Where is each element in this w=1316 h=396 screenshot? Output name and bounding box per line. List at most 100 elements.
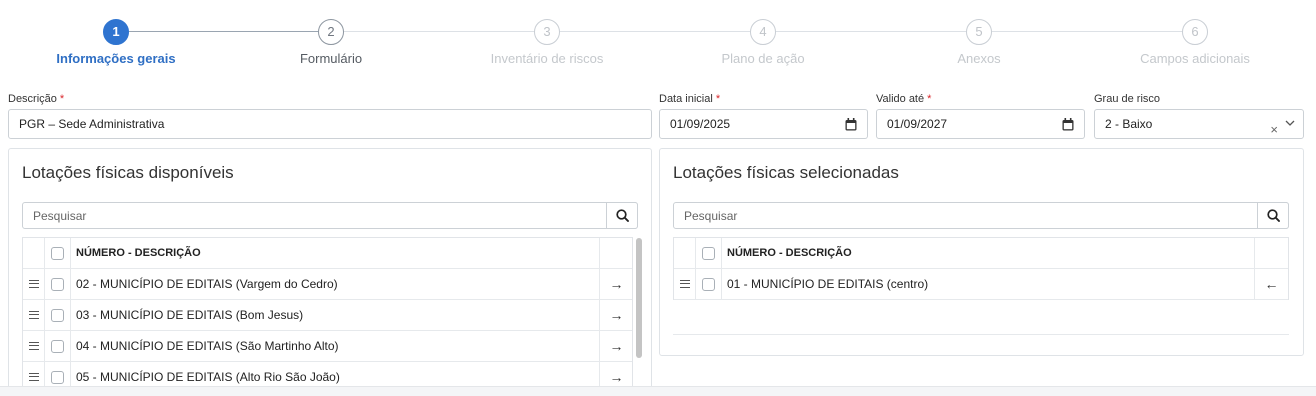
table-header-row: NÚMERO - DESCRIÇÃO [674, 238, 1288, 269]
grau-risco-label: Grau de risco [1094, 93, 1160, 105]
valido-ate-field[interactable]: 01/09/2027 [876, 109, 1053, 139]
step-number: 4 [750, 19, 776, 45]
drag-cell[interactable] [23, 300, 45, 330]
search-input[interactable] [23, 203, 607, 228]
select-all-cell [45, 238, 71, 268]
valido-ate-label-text: Valido até [876, 93, 925, 105]
row-description: 01 - MUNICÍPIO DE EDITAIS (centro) [727, 277, 929, 291]
row-checkbox[interactable] [702, 277, 715, 291]
search-button[interactable] [1257, 202, 1289, 229]
select-all-checkbox[interactable] [702, 246, 715, 260]
search-icon [1266, 209, 1280, 222]
search-input[interactable] [674, 203, 1258, 228]
drag-column-header [674, 238, 696, 268]
step-label: Informações gerais [56, 51, 176, 66]
descricao-field[interactable]: PGR – Sede Administrativa [8, 109, 652, 139]
data-inicial-value: 01/09/2025 [670, 117, 731, 131]
panel-title: Lotações físicas selecionadas [673, 163, 899, 182]
valido-ate-calendar-button[interactable] [1052, 109, 1085, 139]
drag-column-header [23, 238, 45, 268]
drag-cell[interactable] [674, 269, 696, 299]
valido-ate-value: 01/09/2027 [887, 117, 948, 131]
drag-cell[interactable] [23, 269, 45, 299]
selected-search [673, 202, 1289, 229]
grau-risco-value: 2 - Baixo [1105, 117, 1153, 131]
selected-locations-panel: Lotações físicas selecionadas NÚMERO - D… [659, 148, 1304, 356]
search-icon [615, 209, 629, 222]
column-header: NÚMERO - DESCRIÇÃO [76, 247, 201, 259]
search-button[interactable] [606, 202, 638, 229]
add-location-button[interactable]: → [599, 269, 633, 299]
required-marker: * [59, 93, 65, 105]
arrow-right-icon: → [609, 276, 624, 292]
calendar-icon [1062, 117, 1074, 130]
step-plano-acao[interactable]: 4 Plano de ação [663, 19, 863, 66]
arrow-left-icon: ← [1264, 276, 1279, 292]
step-informacoes-gerais[interactable]: 1 Informações gerais [16, 19, 216, 66]
select-all-cell [696, 238, 722, 268]
step-anexos[interactable]: 5 Anexos [879, 19, 1079, 66]
scrollbar-thumb[interactable] [636, 238, 642, 358]
page-footer-strip [0, 386, 1316, 396]
add-location-button[interactable]: → [599, 300, 633, 330]
arrow-right-icon: → [609, 338, 624, 354]
descricao-label-text: Descrição [8, 93, 57, 105]
checkbox-cell [45, 269, 71, 299]
wizard-stepper: 1 Informações gerais 2 Formulário 3 Inve… [0, 0, 1316, 80]
panel-divider [673, 334, 1289, 335]
step-number: 2 [318, 19, 344, 45]
table-row[interactable]: 03 - MUNICÍPIO DE EDITAIS (Bom Jesus) → [23, 300, 632, 331]
row-checkbox[interactable] [51, 308, 64, 322]
selected-table: NÚMERO - DESCRIÇÃO 01 - MUNICÍPIO DE EDI… [673, 237, 1289, 300]
row-checkbox[interactable] [51, 277, 64, 291]
available-table: NÚMERO - DESCRIÇÃO 02 - MUNICÍPIO DE EDI… [22, 237, 633, 396]
select-all-checkbox[interactable] [51, 246, 64, 260]
step-label: Anexos [957, 51, 1001, 66]
row-description: 03 - MUNICÍPIO DE EDITAIS (Bom Jesus) [76, 308, 304, 322]
data-inicial-label: Data inicial * [659, 93, 720, 105]
step-number: 6 [1182, 19, 1208, 45]
drag-handle-icon[interactable] [28, 342, 39, 350]
step-inventario-riscos[interactable]: 3 Inventário de riscos [447, 19, 647, 66]
drag-handle-icon[interactable] [28, 280, 39, 288]
table-scrollbar[interactable] [636, 238, 642, 358]
row-checkbox[interactable] [51, 370, 64, 384]
required-marker: * [927, 93, 932, 105]
panel-title: Lotações físicas disponíveis [22, 163, 234, 182]
checkbox-cell [45, 300, 71, 330]
row-description: 04 - MUNICÍPIO DE EDITAIS (São Martinho … [76, 339, 339, 353]
add-location-button[interactable]: → [599, 331, 633, 361]
data-inicial-field[interactable]: 01/09/2025 [659, 109, 836, 139]
step-number: 1 [103, 19, 129, 45]
action-column-header [599, 238, 633, 268]
descricao-label: Descrição * [8, 93, 64, 105]
table-row[interactable]: 02 - MUNICÍPIO DE EDITAIS (Vargem do Ced… [23, 269, 632, 300]
drag-cell[interactable] [23, 331, 45, 361]
table-row[interactable]: 04 - MUNICÍPIO DE EDITAIS (São Martinho … [23, 331, 632, 362]
arrow-right-icon: → [609, 369, 624, 385]
row-checkbox[interactable] [51, 339, 64, 353]
data-inicial-label-text: Data inicial [659, 93, 713, 105]
grau-risco-select[interactable]: 2 - Baixo × [1094, 109, 1304, 139]
checkbox-cell [45, 331, 71, 361]
row-description: 02 - MUNICÍPIO DE EDITAIS (Vargem do Ced… [76, 277, 338, 291]
clear-icon[interactable]: × [1270, 116, 1278, 144]
drag-handle-icon[interactable] [28, 311, 39, 319]
available-search [22, 202, 638, 229]
grau-risco-label-text: Grau de risco [1094, 93, 1161, 105]
remove-location-button[interactable]: ← [1254, 269, 1288, 299]
step-formulario[interactable]: 2 Formulário [231, 19, 431, 66]
drag-handle-icon[interactable] [679, 280, 690, 288]
step-label: Formulário [299, 51, 363, 66]
valido-ate-label: Valido até * [876, 93, 931, 105]
chevron-down-icon[interactable] [1285, 116, 1295, 130]
step-campos-adicionais[interactable]: 6 Campos adicionais [1095, 19, 1295, 66]
arrow-right-icon: → [609, 307, 624, 323]
table-row[interactable]: 01 - MUNICÍPIO DE EDITAIS (centro) ← [674, 269, 1288, 300]
step-number: 3 [534, 19, 560, 45]
step-label: Inventário de riscos [490, 51, 604, 66]
data-inicial-calendar-button[interactable] [835, 109, 868, 139]
drag-handle-icon[interactable] [28, 373, 39, 381]
checkbox-cell [696, 269, 722, 299]
available-locations-panel: Lotações físicas disponíveis NÚMERO - DE… [8, 148, 652, 396]
